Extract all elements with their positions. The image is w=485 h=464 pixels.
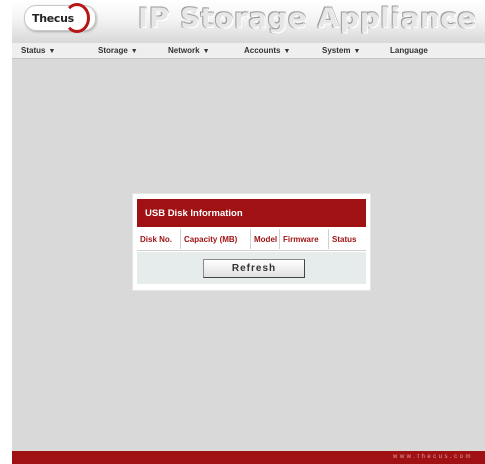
panel-title: USB Disk Information (145, 208, 243, 219)
column-header-disk-no: Disk No. (140, 235, 173, 244)
menu-network-label: Network (168, 46, 200, 55)
app-title: IP Storage Appliance (138, 3, 477, 34)
column-header-status: Status (332, 235, 357, 244)
usb-disk-info-panel: USB Disk Information Disk No. Capacity (… (133, 194, 370, 290)
column-divider (250, 229, 251, 249)
menu-accounts-label: Accounts (244, 46, 281, 55)
column-header-capacity: Capacity (MB) (184, 235, 238, 244)
menu-system[interactable]: System ▼ (322, 46, 360, 55)
menu-bar: Status ▼ Storage ▼ Network ▼ Accounts ▼ Syst… (12, 43, 485, 59)
logo-text: Thecus (32, 12, 74, 25)
table-header-row: Disk No. Capacity (MB) Model Firmware St… (137, 227, 366, 251)
menu-language[interactable]: Language (390, 46, 428, 55)
menu-status[interactable]: Status ▼ (21, 46, 55, 55)
menu-storage-label: Storage (98, 46, 128, 55)
column-divider (328, 229, 329, 249)
panel-title-bar: USB Disk Information (137, 199, 366, 227)
column-divider (279, 229, 280, 249)
menu-language-label: Language (390, 46, 428, 55)
column-header-model: Model (254, 235, 278, 244)
column-header-firmware: Firmware (283, 235, 319, 244)
menu-status-label: Status (21, 46, 46, 55)
chevron-down-icon: ▼ (283, 48, 291, 55)
chevron-down-icon: ▼ (353, 48, 361, 55)
column-divider (180, 229, 181, 249)
menu-accounts[interactable]: Accounts ▼ (244, 46, 290, 55)
menu-storage[interactable]: Storage ▼ (98, 46, 138, 55)
refresh-button[interactable]: Refresh (203, 259, 305, 278)
chevron-down-icon: ▼ (48, 48, 56, 55)
chevron-down-icon: ▼ (130, 48, 138, 55)
footer-url: www.thecus.com (392, 454, 473, 460)
menu-network[interactable]: Network ▼ (168, 46, 210, 55)
menu-system-label: System (322, 46, 351, 55)
chevron-down-icon: ▼ (202, 48, 210, 55)
thecus-logo: Thecus (24, 3, 96, 33)
footer-bar: www.thecus.com (12, 451, 485, 464)
header: Thecus IP Storage Appliance (12, 0, 485, 43)
app-frame: Thecus IP Storage Appliance Status ▼ Stor… (12, 0, 485, 464)
panel-actions: Refresh (137, 252, 366, 284)
